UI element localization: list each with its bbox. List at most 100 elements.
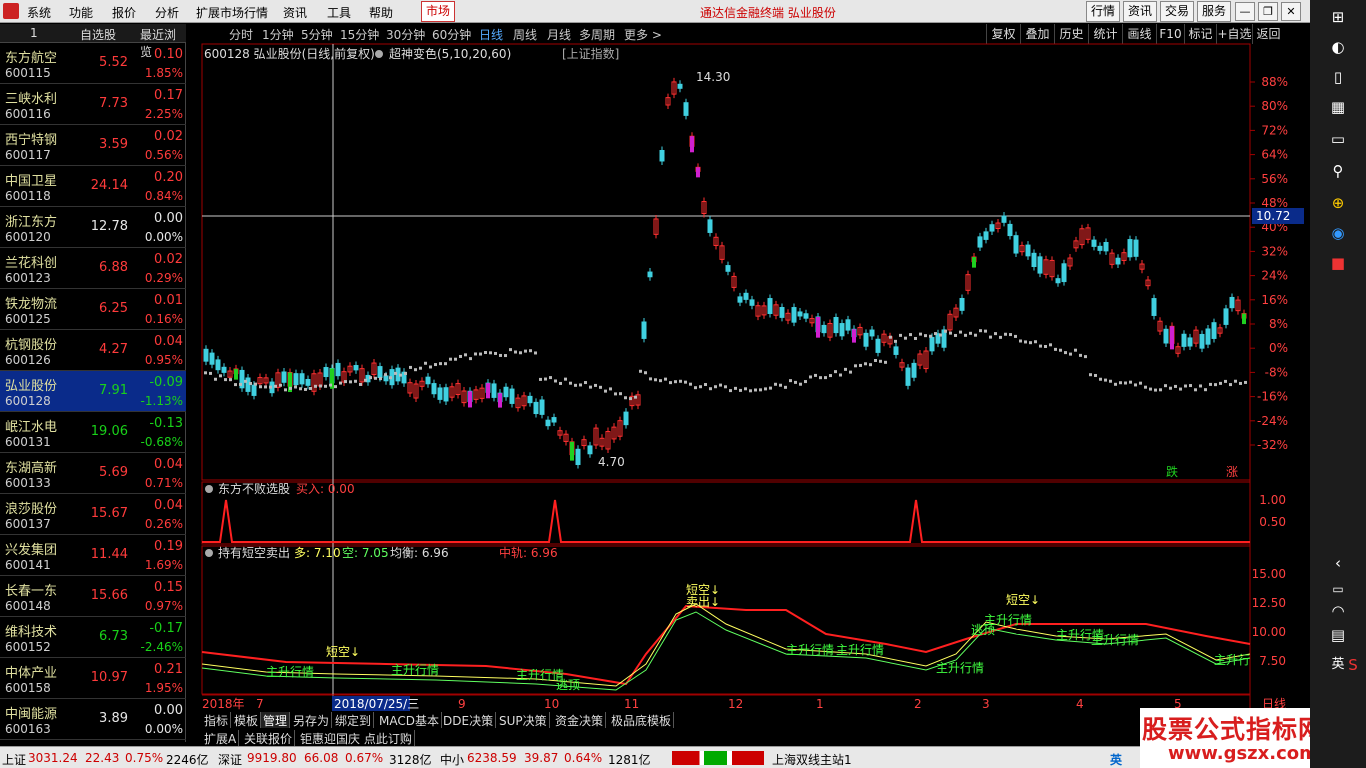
- candle: [803, 313, 809, 319]
- tdx-app-icon[interactable]: ■: [1327, 252, 1349, 274]
- windows-start-icon[interactable]: ⊞: [1327, 6, 1349, 28]
- y-axis-label: 56%: [1261, 172, 1288, 186]
- indicator-tab-4[interactable]: 绑定到: [333, 712, 375, 728]
- service-button[interactable]: 服务: [1197, 1, 1231, 22]
- candle: [575, 448, 581, 466]
- market-button[interactable]: 市场: [421, 1, 455, 22]
- candle: [1055, 278, 1061, 284]
- notification-icon[interactable]: ▤: [1327, 624, 1349, 646]
- document-icon[interactable]: ▯: [1327, 66, 1349, 88]
- index-dot: [239, 382, 242, 386]
- server-name[interactable]: 上海双线主站1: [772, 751, 852, 768]
- candle: [431, 383, 437, 395]
- ext-tab-0[interactable]: 扩展A: [202, 730, 240, 746]
- x-axis-label: 2018/07/25/三: [334, 697, 419, 711]
- candle: [251, 384, 257, 396]
- index-dot: [699, 385, 702, 389]
- stock-row[interactable]: 浪莎股份 600137 15.67 0.04 0.26%: [0, 494, 186, 535]
- ime-indicator[interactable]: 英: [1110, 751, 1122, 768]
- stock-code: 600131: [5, 435, 51, 449]
- kline-chart[interactable]: 600128 弘业股份(日线,前复权) 超神变色(5,10,20,60) [上证指数…: [186, 24, 1305, 712]
- index-dot: [249, 382, 252, 386]
- stock-code: 600115: [5, 66, 51, 80]
- index-dot: [649, 377, 652, 381]
- stock-row[interactable]: 岷江水电 600131 19.06 -0.13 -0.68%: [0, 412, 186, 453]
- indicator-tab-6[interactable]: DDE决策: [441, 712, 497, 728]
- menu-analysis[interactable]: 分析: [155, 4, 179, 21]
- y-axis-label: 16%: [1261, 293, 1288, 307]
- stock-row[interactable]: 中体产业 600158 10.97 0.21 1.95%: [0, 658, 186, 699]
- restore-icon[interactable]: ❐: [1258, 2, 1278, 21]
- ime-s-icon[interactable]: S: [1342, 654, 1364, 676]
- index-dot: [1134, 383, 1137, 387]
- stock-row[interactable]: 西宁特钢 600117 3.59 0.02 0.56%: [0, 125, 186, 166]
- stock-row[interactable]: 浙江东方 600120 12.78 0.00 0.00%: [0, 207, 186, 248]
- index-dot: [494, 351, 497, 355]
- stock-row[interactable]: 兰花科创 600123 6.88 0.02 0.29%: [0, 248, 186, 289]
- stock-row[interactable]: 杭钢股份 600126 4.27 0.04 0.95%: [0, 330, 186, 371]
- x-axis-label: 10: [544, 697, 559, 711]
- tab-watchlist[interactable]: 自选股: [80, 26, 116, 43]
- chevron-left-icon[interactable]: ‹: [1327, 552, 1349, 574]
- monitor-icon[interactable]: ▭: [1327, 128, 1349, 150]
- index-dot: [1194, 388, 1197, 392]
- menu-function[interactable]: 功能: [69, 4, 93, 21]
- stock-row[interactable]: 兴发集团 600141 11.44 0.19 1.69%: [0, 535, 186, 576]
- panel3-signal-label: 主升行情: [836, 643, 884, 657]
- quote-button[interactable]: 行情: [1086, 1, 1120, 22]
- menu-system[interactable]: 系统: [27, 4, 51, 21]
- index-dot: [924, 334, 927, 338]
- indicator-tab-1[interactable]: 模板: [232, 712, 262, 728]
- zx-index-label: 中小: [440, 753, 465, 767]
- stock-price: 19.06: [90, 424, 128, 439]
- stock-row[interactable]: 铁龙物流 600125 6.25 0.01 0.16%: [0, 289, 186, 330]
- stock-row[interactable]: 三峡水利 600116 7.73 0.17 2.25%: [0, 84, 186, 125]
- stock-row[interactable]: 维科技术 600152 6.73 -0.17 -2.46%: [0, 617, 186, 658]
- app-logo-icon[interactable]: [3, 3, 19, 19]
- chart-title: 600128 弘业股份(日线,前复权): [204, 46, 375, 61]
- stock-row[interactable]: 东方航空 600115 5.52 0.10 1.85%: [0, 43, 186, 84]
- panel2-toggle-icon: [205, 485, 213, 493]
- wifi-icon[interactable]: ◠: [1327, 600, 1349, 622]
- panel3-toggle-icon: [205, 549, 213, 557]
- stock-row[interactable]: 中国卫星 600118 24.14 0.20 0.84%: [0, 166, 186, 207]
- add-icon[interactable]: ⊕: [1327, 192, 1349, 214]
- stock-code: 600123: [5, 271, 51, 285]
- menu-quote[interactable]: 报价: [112, 4, 136, 21]
- indicator-tab-7[interactable]: SUP决策: [497, 712, 550, 728]
- indicator-tab-0[interactable]: 指标: [202, 712, 232, 728]
- menu-help[interactable]: 帮助: [369, 4, 393, 21]
- index-dot: [374, 376, 377, 380]
- calculator-icon[interactable]: ▦: [1327, 96, 1349, 118]
- index-dot: [779, 383, 782, 387]
- indicator-tab-8[interactable]: 资金决策: [553, 712, 607, 728]
- browser-icon[interactable]: ◉: [1327, 222, 1349, 244]
- close-icon[interactable]: ✕: [1281, 2, 1301, 21]
- indicator-tab-5[interactable]: MACD基本: [377, 712, 442, 728]
- stock-row[interactable]: 东湖高新 600133 5.69 0.04 0.71%: [0, 453, 186, 494]
- index-dot: [674, 380, 677, 384]
- stock-row[interactable]: 弘业股份 600128 7.91 -0.09 -1.13%: [0, 371, 186, 412]
- news-button[interactable]: 资讯: [1123, 1, 1157, 22]
- paint-icon[interactable]: ◐: [1327, 36, 1349, 58]
- index-dot: [524, 349, 527, 353]
- signal-candle: [816, 316, 820, 338]
- index-dot: [1214, 383, 1217, 387]
- menu-tools[interactable]: 工具: [327, 4, 351, 21]
- search-icon[interactable]: ⚲: [1327, 160, 1349, 182]
- minimize-icon[interactable]: —: [1235, 2, 1255, 21]
- index-dot: [854, 364, 857, 368]
- stock-row[interactable]: 中闽能源 600163 3.89 0.00 0.00%: [0, 699, 186, 740]
- main-panel-frame: [201, 43, 1251, 481]
- stock-change-pct: -1.13%: [140, 394, 183, 408]
- ext-tab-2[interactable]: 钜惠迎国庆 点此订购: [298, 730, 415, 746]
- ext-tab-1[interactable]: 关联报价: [242, 730, 296, 746]
- trade-button[interactable]: 交易: [1160, 1, 1194, 22]
- menu-ext-market[interactable]: 扩展市场行情: [196, 4, 268, 21]
- stock-row[interactable]: 长春一东 600148 15.66 0.15 0.97%: [0, 576, 186, 617]
- stock-change-pct: 0.16%: [144, 312, 183, 326]
- indicator-tab-2[interactable]: 管理: [261, 712, 291, 728]
- indicator-tab-9[interactable]: 极品底模板: [609, 712, 675, 728]
- menu-news[interactable]: 资讯: [283, 4, 307, 21]
- indicator-tab-3[interactable]: 另存为: [291, 712, 333, 728]
